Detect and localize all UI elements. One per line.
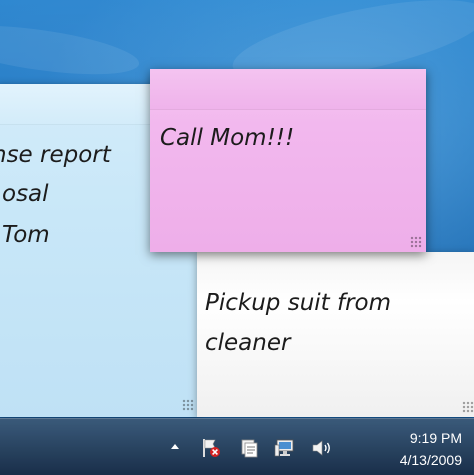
sticky-note-pink[interactable]: Call Mom!!!: [150, 69, 426, 252]
note-line: osal: [2, 181, 49, 207]
show-hidden-icons-arrow[interactable]: [168, 440, 182, 454]
clock-time[interactable]: 9:19 PM: [410, 430, 462, 446]
clock-date[interactable]: 4/13/2009: [400, 452, 462, 468]
sticky-notes-tray-icon[interactable]: [238, 437, 260, 459]
resize-grip-icon[interactable]: [182, 399, 194, 411]
network-icon[interactable]: [274, 437, 298, 459]
resize-grip-icon[interactable]: [410, 236, 422, 248]
note-line: nse report: [0, 142, 111, 168]
sticky-note-pink-header[interactable]: [150, 69, 426, 110]
note-line: cleaner: [205, 330, 291, 356]
note-line: Tom: [2, 222, 50, 248]
volume-icon[interactable]: [310, 437, 334, 459]
sticky-note-white[interactable]: Pickup suit from cleaner: [197, 252, 474, 417]
resize-grip-icon[interactable]: [462, 401, 474, 413]
note-line: Pickup suit from: [205, 290, 392, 316]
note-line: Call Mom!!!: [160, 125, 295, 151]
wallpaper-streak: [0, 16, 142, 84]
action-center-flag-icon[interactable]: [200, 437, 222, 459]
